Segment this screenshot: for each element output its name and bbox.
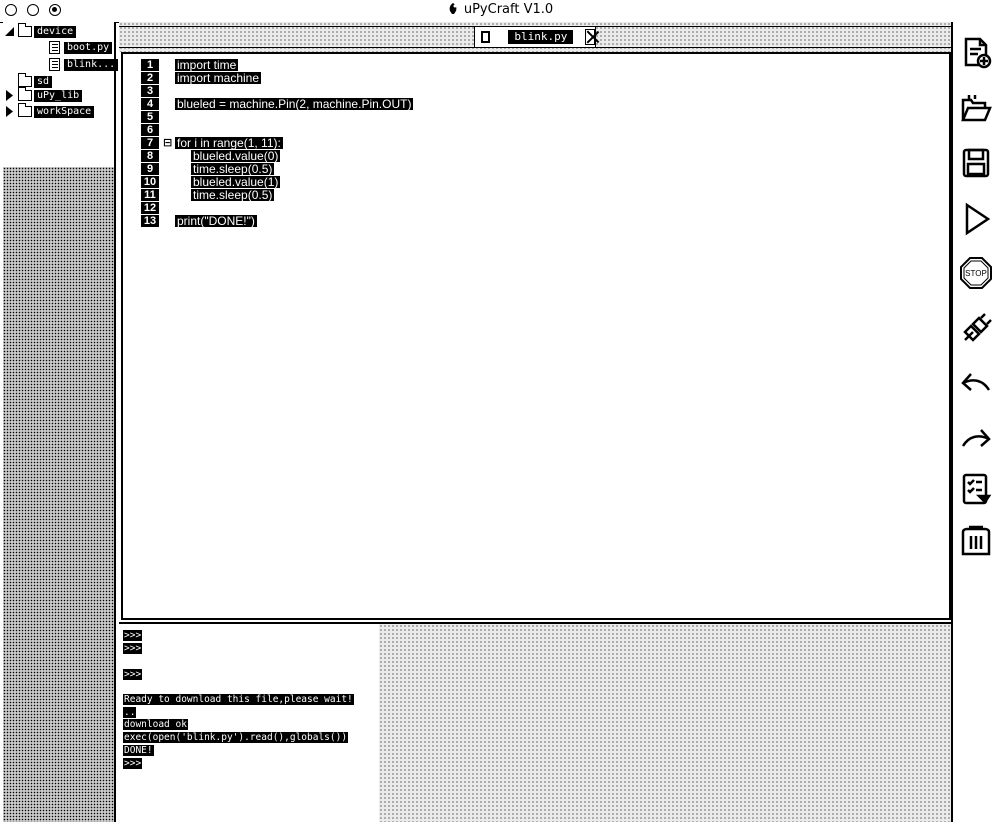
tree-item-workspace[interactable]: workSpace	[5, 103, 95, 118]
folder-icon	[17, 87, 32, 101]
fold-marker-icon[interactable]: ⊟	[163, 136, 172, 149]
tree-label: workSpace	[34, 105, 95, 118]
undo-icon	[961, 373, 991, 391]
file-tab-icon	[481, 31, 491, 43]
collapsed-triangle-icon[interactable]	[5, 106, 14, 117]
sidebar-background	[3, 167, 114, 822]
code-text: import machine	[175, 70, 262, 85]
window-title-wrap: uPyCraft V1.0	[0, 2, 1000, 17]
line-number: 3	[141, 84, 159, 97]
line-number: 5	[141, 110, 159, 123]
line-number: 11	[141, 188, 159, 201]
line-number: 8	[141, 149, 159, 162]
code-editor[interactable]: 1 import time 2 import machine 3 4 bluel…	[121, 52, 951, 620]
console-line: ..	[123, 707, 137, 718]
stop-icon: STOP	[960, 257, 992, 289]
console-panel[interactable]: >>> >>> >>> Ready to download this file,…	[119, 622, 951, 822]
line-number: 1	[141, 58, 159, 71]
tab-bar: blink.py	[119, 22, 951, 52]
code-text: import time	[175, 57, 239, 72]
line-number: 2	[141, 71, 159, 84]
line-number: 12	[141, 201, 159, 214]
connect-icon	[963, 313, 992, 342]
console-line: download ok	[123, 719, 188, 730]
file-icon	[49, 58, 60, 71]
console-line: >>>	[123, 758, 143, 769]
tree-item-blink-py[interactable]: blink...	[49, 58, 119, 71]
tab-label: blink.py	[508, 30, 574, 44]
tree-item-device[interactable]: device	[5, 23, 77, 38]
save-icon	[962, 148, 990, 178]
code-text: blueled = machine.Pin(2, machine.Pin.OUT…	[175, 96, 414, 111]
new-file-icon	[964, 37, 992, 69]
open-folder-icon	[961, 95, 992, 122]
console-background	[379, 624, 951, 822]
tree-item-upy-lib[interactable]: uPy_lib	[5, 87, 83, 102]
redo-button[interactable]	[957, 420, 995, 458]
tree-label: uPy_lib	[34, 89, 83, 102]
undo-button[interactable]	[957, 364, 995, 402]
syntax-check-button[interactable]	[957, 470, 995, 508]
connect-button[interactable]	[957, 310, 995, 348]
save-button[interactable]	[957, 144, 995, 182]
line-number: 10	[141, 175, 159, 188]
clear-icon	[961, 525, 991, 556]
new-file-button[interactable]	[957, 34, 995, 72]
redo-icon	[961, 429, 991, 447]
right-toolbar: STOP	[951, 22, 1000, 822]
file-icon	[49, 41, 60, 54]
run-button[interactable]	[957, 200, 995, 238]
tree-item-boot-py[interactable]: boot.py	[49, 41, 113, 54]
folder-icon	[17, 23, 32, 37]
tree-label: sd	[34, 75, 53, 88]
tab-blink-py[interactable]: blink.py	[474, 26, 596, 48]
title-bar: uPyCraft V1.0	[0, 0, 1000, 23]
console-line: Ready to download this file,please wait!	[123, 694, 354, 705]
open-file-button[interactable]	[957, 90, 995, 128]
tree-label: blink...	[64, 58, 119, 71]
close-tab-icon[interactable]	[585, 29, 595, 45]
expanded-triangle-icon[interactable]	[5, 26, 14, 37]
code-text: time.sleep(0.5)	[191, 187, 275, 202]
clear-button[interactable]	[957, 522, 995, 560]
line-number: 7	[141, 136, 159, 149]
file-tree-panel: device boot.py blink... sd uPy_lib workS…	[3, 22, 119, 822]
code-text: time.sleep(0.5)	[191, 161, 275, 176]
tree-label: boot.py	[64, 41, 113, 54]
code-text: for i in range(1, 11):	[175, 135, 283, 150]
editor-area: blink.py 1 import time 2 import machine …	[119, 22, 951, 622]
syntax-check-icon	[962, 473, 992, 505]
tree-label: device	[34, 25, 77, 38]
stop-button[interactable]: STOP	[957, 254, 995, 292]
code-text: blueled.value(1)	[191, 174, 281, 189]
run-icon	[965, 202, 991, 236]
line-number: 6	[141, 123, 159, 136]
console-line: DONE!	[123, 745, 154, 756]
console-line: >>>	[123, 643, 143, 654]
file-tree: device boot.py blink... sd uPy_lib workS…	[3, 22, 119, 167]
folder-icon	[17, 103, 32, 117]
line-number: 13	[141, 214, 159, 227]
console-line: >>>	[123, 630, 143, 641]
line-number: 9	[141, 162, 159, 175]
line-number: 4	[141, 97, 159, 110]
stop-label: STOP	[965, 269, 987, 278]
console-line: exec(open('blink.py').read(),globals())	[123, 732, 349, 743]
collapsed-triangle-icon[interactable]	[5, 90, 14, 101]
app-logo-icon	[449, 3, 457, 14]
console-line: >>>	[123, 669, 143, 680]
code-text: print("DONE!")	[175, 213, 257, 228]
window-title: uPyCraft V1.0	[463, 2, 554, 17]
folder-icon	[17, 73, 32, 87]
code-text: blueled.value(0)	[191, 148, 281, 163]
